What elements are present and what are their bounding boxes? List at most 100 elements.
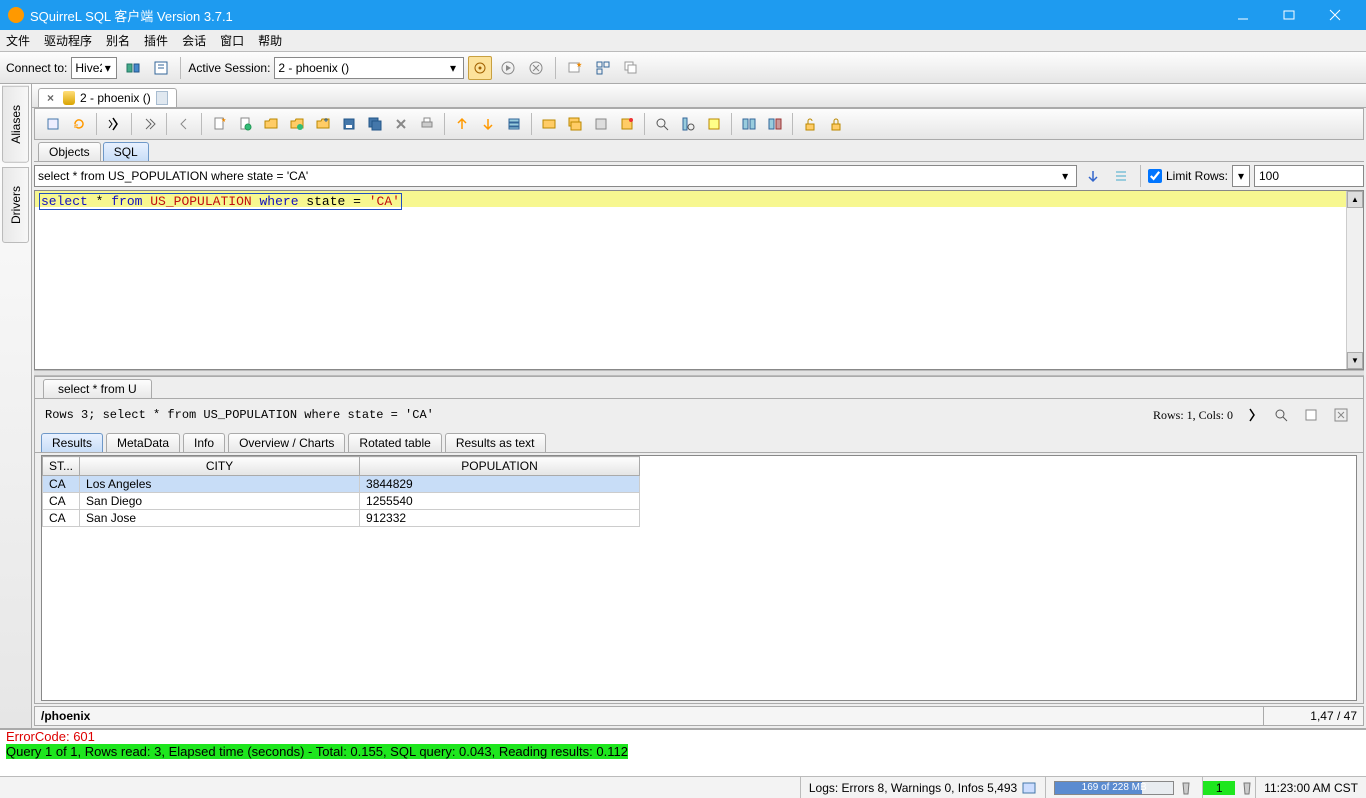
stop-icon[interactable]: [524, 56, 548, 80]
apply-sql-icon[interactable]: [1081, 164, 1105, 188]
append-file-icon[interactable]: [311, 112, 335, 136]
table-row[interactable]: CASan Diego1255540: [43, 493, 640, 510]
run-script-icon[interactable]: [137, 112, 161, 136]
result-subtabs: Results MetaData Info Overview / Charts …: [35, 431, 1363, 453]
title-bar: SQuirreL SQL 客户端 Version 3.7.1: [0, 0, 1366, 30]
session-tab[interactable]: × 2 - phoenix (): [38, 88, 177, 107]
subtab-text[interactable]: Results as text: [445, 433, 546, 452]
find-col-icon[interactable]: [676, 112, 700, 136]
print-icon[interactable]: [415, 112, 439, 136]
graph2-icon[interactable]: [763, 112, 787, 136]
limit-rows-checkbox[interactable]: [1148, 169, 1162, 183]
status-memory[interactable]: 169 of 228 MB: [1045, 777, 1202, 798]
gc-icon[interactable]: [1178, 780, 1194, 796]
connect-icon[interactable]: [121, 56, 145, 80]
prev-result-icon[interactable]: [450, 112, 474, 136]
connect-to-combo[interactable]: ▾: [71, 57, 117, 79]
sql-editor-content[interactable]: select * from US_POPULATION where state …: [39, 194, 1342, 209]
chevron-down-icon[interactable]: ▾: [446, 61, 461, 75]
limit-rows-input[interactable]: [1254, 165, 1364, 187]
tile-icon[interactable]: [591, 56, 615, 80]
lock-open-icon[interactable]: [798, 112, 822, 136]
col-header[interactable]: CITY: [80, 457, 360, 476]
run-icon[interactable]: [496, 56, 520, 80]
chevron-down-icon[interactable]: ▾: [1057, 169, 1073, 183]
limit-mode-combo[interactable]: ▾: [1232, 165, 1250, 187]
cascade-icon[interactable]: [619, 56, 643, 80]
col-header[interactable]: ST...: [43, 457, 80, 476]
subtab-info[interactable]: Info: [183, 433, 225, 452]
rows-icon[interactable]: [502, 112, 526, 136]
menu-window[interactable]: 窗口: [220, 32, 244, 49]
history-list-icon[interactable]: [1109, 164, 1133, 188]
trash-icon[interactable]: [1239, 780, 1255, 796]
close-button[interactable]: [1312, 0, 1358, 30]
subtab-rotated[interactable]: Rotated table: [348, 433, 441, 452]
table-row[interactable]: CASan Jose912332: [43, 510, 640, 527]
menu-aliases[interactable]: 别名: [106, 32, 130, 49]
result-tab[interactable]: select * from U: [43, 379, 152, 398]
editor-scrollbar[interactable]: ▲ ▼: [1346, 191, 1363, 369]
refresh-icon[interactable]: [67, 112, 91, 136]
tab-single-icon[interactable]: [537, 112, 561, 136]
open-recent-icon[interactable]: [285, 112, 309, 136]
open-icon[interactable]: [259, 112, 283, 136]
new-file-icon[interactable]: ★: [207, 112, 231, 136]
limit-rows-label: Limit Rows:: [1166, 169, 1228, 183]
close-result-icon[interactable]: [1329, 403, 1353, 427]
subtab-overview[interactable]: Overview / Charts: [228, 433, 345, 452]
mark-icon[interactable]: [702, 112, 726, 136]
menu-session[interactable]: 会话: [182, 32, 206, 49]
tab-multi-icon[interactable]: [563, 112, 587, 136]
table-row[interactable]: CALos Angeles3844829: [43, 476, 640, 493]
close-tab-icon[interactable]: ×: [47, 91, 54, 105]
new-win-icon[interactable]: ★: [563, 56, 587, 80]
detach-icon[interactable]: [1299, 403, 1323, 427]
tab-sql[interactable]: SQL: [103, 142, 149, 161]
results-grid[interactable]: ST...CITYPOPULATIONCALos Angeles3844829C…: [41, 455, 1357, 701]
pin-icon[interactable]: [615, 112, 639, 136]
sticky-icon[interactable]: [589, 112, 613, 136]
active-session-combo[interactable]: ▾: [274, 57, 464, 79]
app-icon: [8, 7, 24, 23]
menu-drivers[interactable]: 驱动程序: [44, 32, 92, 49]
subtab-metadata[interactable]: MetaData: [106, 433, 180, 452]
save-icon[interactable]: [337, 112, 361, 136]
scroll-down-icon[interactable]: ▼: [1347, 352, 1363, 369]
delete-icon[interactable]: [389, 112, 413, 136]
new-session-icon[interactable]: [149, 56, 173, 80]
status-sessions[interactable]: 1: [1202, 777, 1255, 798]
subtab-results[interactable]: Results: [41, 433, 103, 452]
find-result-icon[interactable]: [1269, 403, 1293, 427]
save-as-icon[interactable]: [233, 112, 257, 136]
status-logs[interactable]: Logs: Errors 8, Warnings 0, Infos 5,493: [800, 777, 1045, 798]
menu-file[interactable]: 文件: [6, 32, 30, 49]
save-all-icon[interactable]: [363, 112, 387, 136]
tab-objects[interactable]: Objects: [38, 142, 101, 161]
menu-help[interactable]: 帮助: [258, 32, 282, 49]
query-history-value[interactable]: [38, 169, 1057, 183]
minimize-button[interactable]: [1220, 0, 1266, 30]
session-props-icon[interactable]: [468, 56, 492, 80]
connect-to-value[interactable]: [75, 61, 102, 75]
menu-plugins[interactable]: 插件: [144, 32, 168, 49]
graph-icon[interactable]: [737, 112, 761, 136]
history-back-icon[interactable]: [172, 112, 196, 136]
log-panel[interactable]: SQLState: 42P00 ErrorCode: 601 Query 1 o…: [0, 728, 1366, 776]
find-icon[interactable]: [650, 112, 674, 136]
scroll-up-icon[interactable]: ▲: [1347, 191, 1363, 208]
active-session-value[interactable]: [278, 61, 445, 75]
next-result-icon[interactable]: [476, 112, 500, 136]
sql-editor[interactable]: select * from US_POPULATION where state …: [34, 190, 1364, 370]
sidebar-tab-drivers[interactable]: Drivers: [2, 167, 29, 243]
col-header[interactable]: POPULATION: [360, 457, 640, 476]
rerun-icon[interactable]: [1239, 403, 1263, 427]
query-history-combo[interactable]: ▾: [34, 165, 1077, 187]
chevron-down-icon[interactable]: ▾: [102, 61, 113, 75]
sidebar-tab-aliases[interactable]: Aliases: [2, 86, 29, 163]
lock-icon[interactable]: [824, 112, 848, 136]
run-sql-icon[interactable]: [102, 112, 126, 136]
active-session-label: Active Session:: [188, 61, 270, 75]
maximize-button[interactable]: [1266, 0, 1312, 30]
catalog-icon[interactable]: [41, 112, 65, 136]
